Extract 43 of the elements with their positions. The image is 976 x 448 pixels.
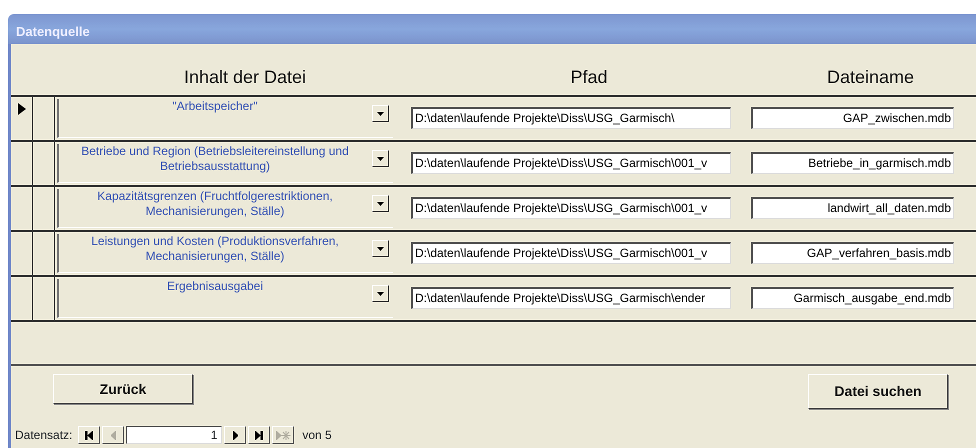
dropdown-button[interactable]	[372, 195, 389, 212]
caret-icon	[377, 156, 384, 160]
caret-icon	[377, 246, 384, 250]
filename-field[interactable]: GAP_zwischen.mdb	[751, 107, 954, 129]
next-record-button[interactable]	[224, 426, 246, 444]
path-field[interactable]: D:\daten\laufende Projekte\Diss\USG_Garmisch\001_v	[411, 197, 731, 219]
window-title: Datenquelle	[16, 24, 90, 39]
next-record-icon	[232, 430, 238, 440]
record-number-field[interactable]: 1	[126, 426, 222, 444]
first-record-button[interactable]	[78, 426, 100, 444]
filename-field[interactable]: landwirt_all_daten.mdb	[751, 197, 954, 219]
filename-field[interactable]: Garmisch_ausgabe_end.mdb	[751, 287, 954, 309]
path-field[interactable]: D:\daten\laufende Projekte\Diss\USG_Garmisch\ender	[411, 287, 731, 309]
column-header: Pfad	[569, 66, 609, 89]
current-record-icon	[18, 103, 26, 115]
column-header: Dateiname	[826, 66, 916, 89]
path-field[interactable]: D:\daten\laufende Projekte\Diss\USG_Garmisch\001_v	[411, 242, 731, 264]
column-header: Inhalt der Datei	[182, 66, 308, 89]
new-record-icon	[276, 430, 291, 440]
dropdown-button[interactable]	[372, 285, 389, 302]
filename-field[interactable]: GAP_verfahren_basis.mdb	[751, 242, 954, 264]
search-file-button[interactable]: Datei suchen	[808, 374, 948, 409]
content-combo-box[interactable]: Leistungen und Kosten (Produktionsverfahren, Mechanisierungen, Ställe)	[57, 234, 393, 273]
caret-icon	[377, 292, 384, 296]
dropdown-button[interactable]	[372, 240, 389, 257]
back-button[interactable]: Zurück	[53, 374, 193, 404]
filename-field[interactable]: Betriebe_in_garmisch.mdb	[751, 152, 954, 174]
caret-icon	[377, 202, 384, 206]
content-combo-box[interactable]: Kapazitätsgrenzen (Fruchtfolgerestriktionen, Mechanisierungen, Ställe)	[57, 189, 393, 228]
record-label: Datensatz:	[15, 427, 72, 444]
last-record-icon	[255, 430, 264, 440]
path-field[interactable]: D:\daten\laufende Projekte\Diss\USG_Garmisch\	[411, 107, 731, 129]
previous-record-icon	[110, 430, 116, 440]
caret-icon	[377, 112, 384, 116]
first-record-icon	[85, 430, 94, 440]
content-combo-box[interactable]: Betriebe und Region (Betriebsleitereinstellung und Betriebsausstattung)	[57, 144, 393, 183]
dropdown-button[interactable]	[372, 105, 389, 122]
content-combo-box[interactable]: "Arbeitspeicher"	[57, 99, 393, 138]
record-count: von 5	[302, 427, 332, 444]
last-record-button[interactable]	[248, 426, 270, 444]
content-combo-box[interactable]: Ergebnisausgabei	[57, 279, 393, 318]
path-field[interactable]: D:\daten\laufende Projekte\Diss\USG_Garmisch\001_v	[411, 152, 731, 174]
dropdown-button[interactable]	[372, 150, 389, 167]
